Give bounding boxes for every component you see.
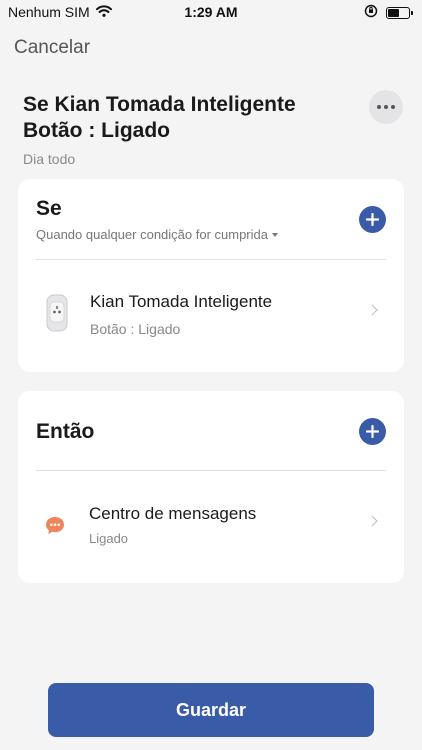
chevron-down-icon (271, 232, 278, 237)
if-card: Se Quando qualquer condição for cumprida… (18, 179, 404, 372)
scene-schedule[interactable]: Dia todo (23, 151, 75, 167)
smart-plug-icon (45, 293, 69, 338)
divider (36, 470, 386, 471)
battery-level (388, 8, 399, 17)
condition-mode-selector[interactable]: Quando qualquer condição for cumprida (36, 227, 278, 242)
action-name: Centro de mensagens (89, 504, 257, 523)
condition-device-name: Kian Tomada Inteligente (90, 292, 273, 311)
condition-row[interactable]: Kian Tomada Inteligente Botão : Ligado (18, 275, 404, 345)
condition-device-state: Botão : Ligado (90, 321, 181, 337)
chevron-right-icon (366, 515, 378, 527)
chevron-right-icon (366, 304, 378, 316)
cancel-button[interactable]: Cancelar (14, 37, 90, 59)
status-right (364, 4, 413, 21)
add-action-button[interactable] (359, 418, 386, 445)
action-state: Ligado (89, 531, 129, 546)
scene-title[interactable]: Se Kian Tomada Inteligente Botão : Ligad… (23, 92, 353, 144)
add-condition-button[interactable] (359, 206, 386, 233)
divider (36, 259, 386, 260)
then-card: Então Centro de mensagens Ligado (18, 391, 404, 583)
status-bar: Nenhum SIM 1:29 AM (0, 0, 422, 24)
save-button[interactable]: Guardar (48, 683, 374, 737)
plus-icon (366, 213, 379, 226)
more-options-button[interactable] (369, 90, 403, 124)
orientation-lock-icon (364, 4, 378, 21)
if-heading: Se (36, 197, 62, 220)
action-row[interactable]: Centro de mensagens Ligado (18, 486, 404, 556)
clock: 1:29 AM (184, 4, 238, 20)
condition-mode-label: Quando qualquer condição for cumprida (36, 227, 268, 242)
plus-icon (366, 425, 379, 438)
battery-icon (386, 6, 413, 19)
ellipsis-icon (377, 105, 395, 109)
then-heading: Então (36, 420, 95, 443)
message-icon (43, 514, 67, 543)
